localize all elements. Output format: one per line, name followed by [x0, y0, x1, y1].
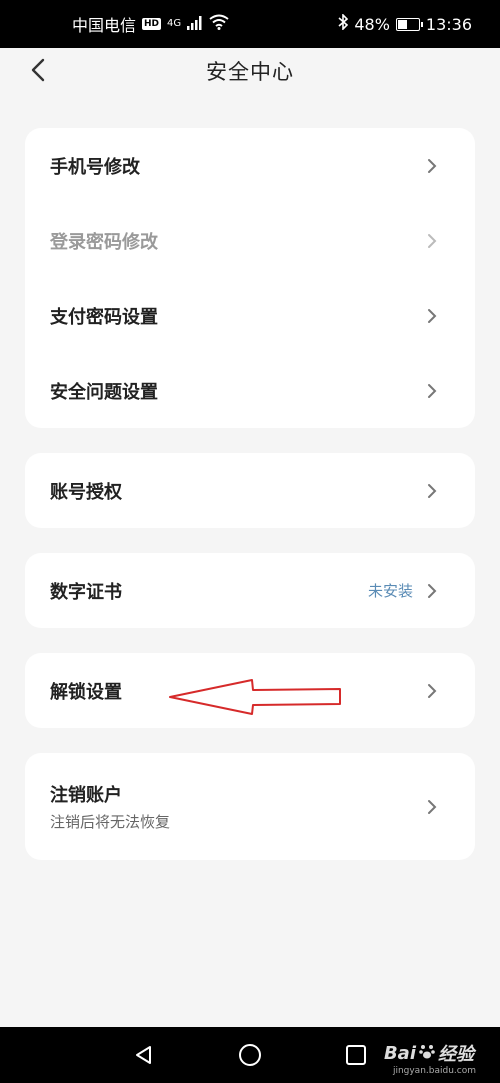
- page-title: 安全中心: [206, 60, 294, 84]
- certificate-status: 未安装: [367, 582, 413, 600]
- watermark-brand2: 经验: [438, 1044, 474, 1065]
- chevron-right-icon: [427, 308, 439, 324]
- chevron-right-icon: [427, 233, 439, 249]
- digital-certificate-label: 数字证书: [50, 581, 122, 603]
- digital-certificate-item[interactable]: 数字证书 未安装: [25, 553, 475, 628]
- hd-badge: HD: [142, 18, 162, 30]
- account-authorization-item[interactable]: 账号授权: [25, 453, 475, 528]
- triangle-back-icon: [136, 1046, 151, 1064]
- nav-home-button[interactable]: [238, 1043, 262, 1067]
- payment-password-item[interactable]: 支付密码设置: [25, 278, 475, 353]
- square-recents-icon: [346, 1045, 366, 1065]
- certificate-card: 数字证书 未安装: [25, 553, 475, 628]
- circle-home-icon: [239, 1044, 261, 1066]
- clock: 13:36: [425, 14, 472, 34]
- status-bar: 中国电信 HD 4G 48% 13:36: [0, 0, 500, 48]
- cancel-account-text: 注销账户 注销后将无法恢复: [50, 781, 427, 832]
- chevron-right-icon: [427, 799, 439, 815]
- battery-fill: [397, 19, 407, 29]
- nav-back-button[interactable]: [132, 1043, 156, 1067]
- network-type: 4G: [167, 18, 182, 29]
- cancel-account-item[interactable]: 注销账户 注销后将无法恢复: [25, 753, 475, 860]
- chevron-right-icon: [427, 483, 439, 499]
- battery-percent: 48%: [354, 14, 390, 34]
- carrier-name: 中国电信: [72, 16, 137, 35]
- security-settings-card: 手机号修改 登录密码修改 支付密码设置 安全问题设置: [25, 128, 475, 428]
- status-left: 中国电信 HD 4G: [72, 12, 229, 36]
- paw-icon: [418, 1042, 436, 1065]
- change-phone-label: 手机号修改: [50, 156, 140, 178]
- change-login-password-item[interactable]: 登录密码修改: [25, 203, 475, 278]
- change-login-password-label: 登录密码修改: [50, 231, 158, 253]
- annotation-arrow-icon: [169, 679, 341, 715]
- signal-icon: [187, 15, 203, 34]
- wifi-icon: [209, 14, 229, 34]
- change-phone-item[interactable]: 手机号修改: [25, 128, 475, 203]
- battery-icon: [395, 17, 423, 31]
- authorization-card: 账号授权: [25, 453, 475, 528]
- cancel-account-sublabel: 注销后将无法恢复: [50, 813, 171, 831]
- security-question-label: 安全问题设置: [50, 381, 158, 403]
- chevron-right-icon: [427, 383, 439, 399]
- baidu-watermark: Bai 经验: [384, 1040, 474, 1066]
- chevron-right-icon: [427, 683, 439, 699]
- payment-password-label: 支付密码设置: [50, 306, 158, 328]
- watermark-site: jingyan.baidu.com: [392, 1066, 476, 1076]
- watermark-brand: Bai: [383, 1042, 416, 1064]
- chevron-right-icon: [427, 583, 439, 599]
- account-authorization-label: 账号授权: [50, 481, 122, 503]
- bluetooth-icon: [338, 13, 349, 34]
- cancel-account-card: 注销账户 注销后将无法恢复: [25, 753, 475, 860]
- cancel-account-label: 注销账户: [50, 785, 122, 806]
- nav-recents-button[interactable]: [344, 1043, 368, 1067]
- chevron-right-icon: [427, 158, 439, 174]
- status-right: 48% 13:36: [338, 13, 472, 34]
- security-question-item[interactable]: 安全问题设置: [25, 353, 475, 428]
- header: 安全中心: [0, 48, 500, 92]
